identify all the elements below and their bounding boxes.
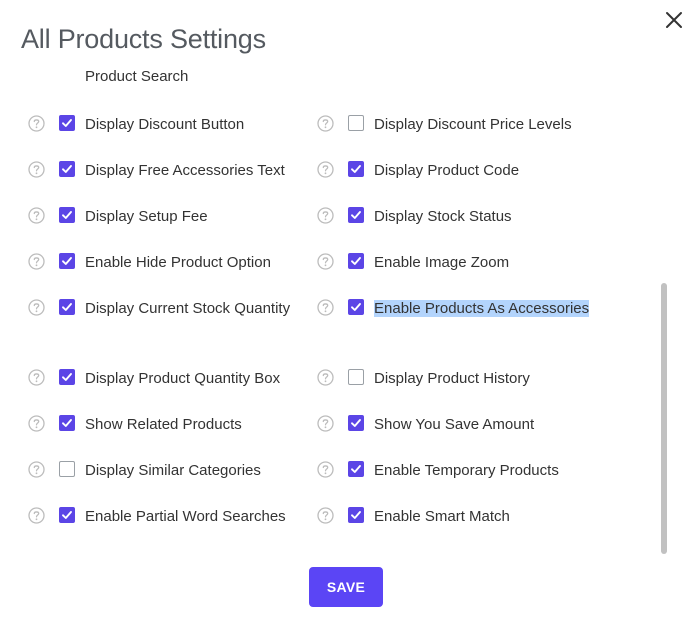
- checkbox-enable-smart-match[interactable]: [348, 507, 364, 523]
- setting-label[interactable]: Display Stock Status: [374, 205, 604, 229]
- checkbox-display-free-accessories-text[interactable]: [59, 161, 75, 177]
- setting-row-enable-image-zoom: Enable Image Zoom: [317, 251, 607, 297]
- settings-column-right: Display Discount Price Levels Display Pro…: [317, 113, 607, 551]
- checkbox-enable-temporary-products[interactable]: [348, 461, 364, 477]
- close-icon[interactable]: [663, 9, 685, 31]
- checkbox-display-similar-categories[interactable]: [59, 461, 75, 477]
- settings-dialog: All Products Settings Product Search Dis…: [0, 0, 693, 627]
- help-icon[interactable]: [28, 507, 45, 524]
- setting-row-display-discount-price-levels: Display Discount Price Levels: [317, 113, 607, 159]
- help-icon[interactable]: [317, 299, 334, 316]
- setting-row-enable-smart-match: Enable Smart Match: [317, 505, 607, 551]
- help-icon[interactable]: [28, 253, 45, 270]
- dialog-title: All Products Settings: [21, 24, 266, 54]
- setting-row-display-stock-status: Display Stock Status: [317, 205, 607, 251]
- setting-label[interactable]: Display Product Code: [374, 159, 604, 183]
- help-icon[interactable]: [317, 115, 334, 132]
- help-icon[interactable]: [28, 207, 45, 224]
- section-heading-product-search: Product Search: [85, 68, 189, 85]
- setting-label[interactable]: Display Product History: [374, 367, 604, 391]
- checkbox-display-product-code[interactable]: [348, 161, 364, 177]
- checkbox-enable-hide-product-option[interactable]: [59, 253, 75, 269]
- setting-row-display-current-stock-quantity: Display Current Stock Quantity: [28, 297, 318, 367]
- setting-label[interactable]: Enable Smart Match: [374, 505, 604, 529]
- setting-row-display-free-accessories-text: Display Free Accessories Text: [28, 159, 318, 205]
- setting-label[interactable]: Display Current Stock Quantity: [85, 297, 315, 321]
- setting-row-display-discount-button: Display Discount Button: [28, 113, 318, 159]
- setting-row-enable-partial-word-searches: Enable Partial Word Searches: [28, 505, 318, 551]
- setting-label[interactable]: Enable Hide Product Option: [85, 251, 315, 275]
- checkbox-enable-partial-word-searches[interactable]: [59, 507, 75, 523]
- help-icon[interactable]: [28, 299, 45, 316]
- help-icon[interactable]: [317, 161, 334, 178]
- setting-label[interactable]: Enable Products As Accessories: [374, 297, 604, 321]
- help-icon[interactable]: [317, 369, 334, 386]
- help-icon[interactable]: [28, 461, 45, 478]
- setting-row-show-related-products: Show Related Products: [28, 413, 318, 459]
- setting-label[interactable]: Display Product Quantity Box: [85, 367, 315, 391]
- setting-label[interactable]: Enable Image Zoom: [374, 251, 604, 275]
- help-icon[interactable]: [317, 415, 334, 432]
- setting-row-display-product-code: Display Product Code: [317, 159, 607, 205]
- setting-row-display-similar-categories: Display Similar Categories: [28, 459, 318, 505]
- setting-label[interactable]: Display Setup Fee: [85, 205, 315, 229]
- setting-row-display-product-quantity-box: Display Product Quantity Box: [28, 367, 318, 413]
- checkbox-display-current-stock-quantity[interactable]: [59, 299, 75, 315]
- scrollbar-thumb[interactable]: [661, 283, 667, 554]
- checkbox-display-discount-price-levels[interactable]: [348, 115, 364, 131]
- help-icon[interactable]: [317, 461, 334, 478]
- checkbox-display-discount-button[interactable]: [59, 115, 75, 131]
- setting-row-enable-products-as-accessories: Enable Products As Accessories: [317, 297, 607, 367]
- help-icon[interactable]: [317, 207, 334, 224]
- checkbox-enable-image-zoom[interactable]: [348, 253, 364, 269]
- help-icon[interactable]: [28, 161, 45, 178]
- checkbox-show-you-save-amount[interactable]: [348, 415, 364, 431]
- help-icon[interactable]: [28, 115, 45, 132]
- save-button[interactable]: SAVE: [309, 567, 383, 607]
- help-icon[interactable]: [28, 369, 45, 386]
- settings-column-left: Display Discount Button Display Free Acce…: [28, 113, 318, 551]
- setting-label[interactable]: Enable Partial Word Searches: [85, 505, 315, 529]
- setting-row-show-you-save-amount: Show You Save Amount: [317, 413, 607, 459]
- setting-label[interactable]: Enable Temporary Products: [374, 459, 604, 483]
- checkbox-display-setup-fee[interactable]: [59, 207, 75, 223]
- checkbox-show-related-products[interactable]: [59, 415, 75, 431]
- setting-row-enable-temporary-products: Enable Temporary Products: [317, 459, 607, 505]
- setting-row-display-setup-fee: Display Setup Fee: [28, 205, 318, 251]
- setting-label[interactable]: Display Discount Button: [85, 113, 315, 137]
- setting-label[interactable]: Show You Save Amount: [374, 413, 604, 437]
- checkbox-enable-products-as-accessories[interactable]: [348, 299, 364, 315]
- checkbox-display-stock-status[interactable]: [348, 207, 364, 223]
- checkbox-display-product-history[interactable]: [348, 369, 364, 385]
- checkbox-display-product-quantity-box[interactable]: [59, 369, 75, 385]
- setting-row-enable-hide-product-option: Enable Hide Product Option: [28, 251, 318, 297]
- help-icon[interactable]: [28, 415, 45, 432]
- setting-row-display-product-history: Display Product History: [317, 367, 607, 413]
- setting-label[interactable]: Display Free Accessories Text: [85, 159, 315, 183]
- setting-label[interactable]: Show Related Products: [85, 413, 315, 437]
- setting-label[interactable]: Display Discount Price Levels: [374, 113, 604, 137]
- help-icon[interactable]: [317, 507, 334, 524]
- setting-label[interactable]: Display Similar Categories: [85, 459, 315, 483]
- help-icon[interactable]: [317, 253, 334, 270]
